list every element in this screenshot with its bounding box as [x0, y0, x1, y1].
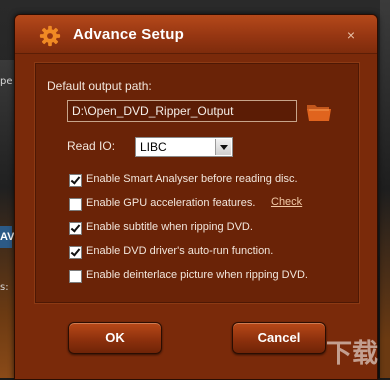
option-label: Enable Smart Analyser before reading dis… — [86, 173, 298, 185]
checkbox-deinterlace[interactable] — [69, 270, 82, 283]
output-path-input[interactable]: D:\Open_DVD_Ripper_Output — [67, 100, 297, 122]
check-gpu-link[interactable]: Check — [271, 196, 302, 208]
option-label: Enable subtitle when ripping DVD. — [86, 221, 253, 233]
read-io-select[interactable]: LIBC — [135, 137, 233, 157]
background-right-panel — [380, 0, 390, 378]
chevron-down-icon[interactable] — [215, 139, 231, 155]
ok-button[interactable]: OK — [68, 322, 162, 354]
cancel-button[interactable]: Cancel — [232, 322, 326, 354]
checkbox-autorun[interactable] — [69, 246, 82, 259]
background-text: s: — [0, 282, 9, 293]
output-path-label: Default output path: — [47, 79, 152, 93]
checkbox-subtitle[interactable] — [69, 222, 82, 235]
background-left-panel — [0, 60, 14, 378]
advance-setup-dialog: Advance Setup × Default output path: D:\… — [14, 14, 378, 380]
folder-icon[interactable] — [306, 99, 332, 123]
option-label: Enable DVD driver's auto-run function. — [86, 245, 274, 257]
dialog-title: Advance Setup — [73, 26, 184, 43]
gear-icon — [39, 25, 61, 47]
background-text: pe — [0, 76, 13, 87]
watermark: 下载 — [325, 339, 378, 369]
dialog-titlebar: Advance Setup × — [15, 15, 377, 54]
checkbox-gpu-acceleration[interactable] — [69, 198, 82, 211]
close-button[interactable]: × — [343, 27, 359, 43]
read-io-label: Read IO: — [67, 139, 116, 153]
read-io-selected-value: LIBC — [140, 140, 167, 154]
option-label: Enable GPU acceleration features. — [86, 197, 256, 209]
option-label: Enable deinterlace picture when ripping … — [86, 269, 308, 281]
background-blue-tab: AV — [0, 226, 14, 248]
checkbox-smart-analyser[interactable] — [69, 174, 82, 187]
